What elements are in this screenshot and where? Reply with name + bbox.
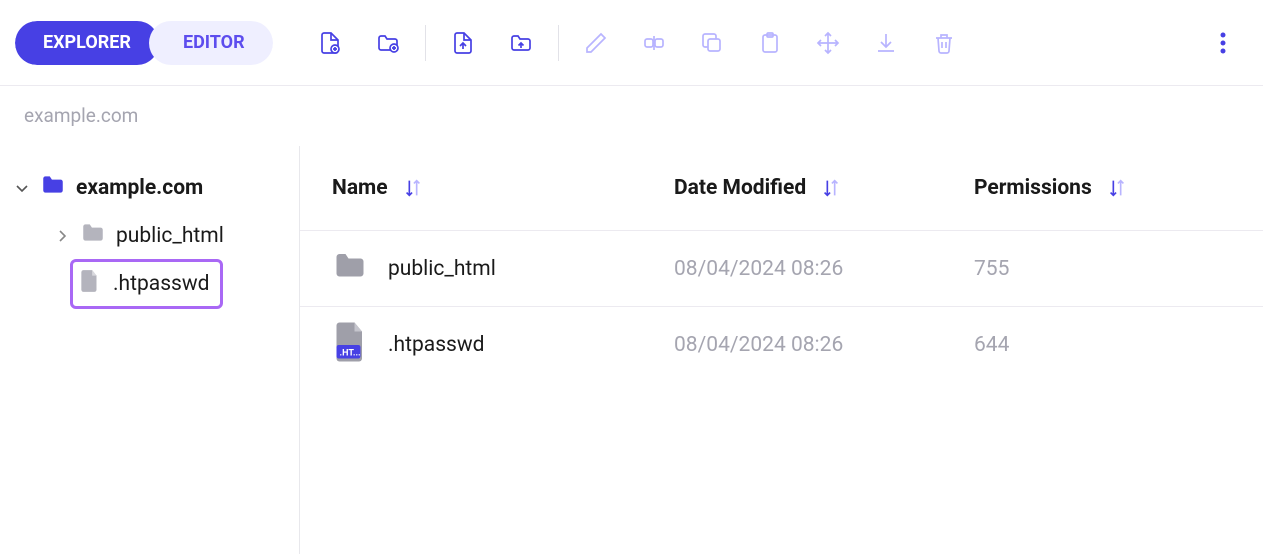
row-name: public_html	[388, 257, 496, 281]
column-date-header[interactable]: Date Modified	[674, 176, 974, 200]
divider	[425, 25, 426, 61]
sort-icon	[820, 177, 842, 199]
table-row[interactable]: .HT... .htpasswd 08/04/2024 08:26 644	[300, 306, 1263, 382]
tree-root-item[interactable]: example.com	[0, 164, 299, 212]
sort-icon	[1106, 177, 1128, 199]
row-date: 08/04/2024 08:26	[674, 333, 974, 357]
row-name: .htpasswd	[388, 333, 485, 357]
main-area: example.com public_html .htpasswd Name	[0, 146, 1263, 554]
trash-icon	[932, 31, 956, 55]
dots-vertical-icon	[1220, 31, 1226, 55]
column-name-header[interactable]: Name	[300, 176, 674, 200]
tree-file-label: .htpasswd	[113, 272, 210, 296]
column-name-label: Name	[332, 176, 388, 200]
tree-folder-label: public_html	[116, 224, 224, 248]
tree-file-item[interactable]: .htpasswd	[0, 260, 299, 308]
rename-icon	[642, 31, 666, 55]
highlighted-selection: .htpasswd	[70, 259, 223, 309]
file-upload-icon	[451, 31, 475, 55]
htfile-icon: .HT...	[332, 321, 368, 369]
rename-button[interactable]	[625, 18, 683, 68]
new-folder-button[interactable]	[359, 18, 417, 68]
chevron-down-icon	[14, 180, 30, 196]
upload-folder-button[interactable]	[492, 18, 550, 68]
file-list: Name Date Modified Permissions	[300, 146, 1263, 554]
breadcrumb[interactable]: example.com	[24, 104, 138, 127]
row-permissions: 644	[974, 333, 1263, 357]
download-button[interactable]	[857, 18, 915, 68]
pencil-icon	[584, 31, 608, 55]
column-perm-label: Permissions	[974, 176, 1092, 200]
tree-folder-item[interactable]: public_html	[0, 212, 299, 260]
folder-upload-icon	[509, 31, 533, 55]
row-name-cell: public_html	[300, 248, 674, 290]
sidebar-tree: example.com public_html .htpasswd	[0, 146, 300, 554]
folder-icon	[332, 248, 368, 290]
file-icon	[77, 268, 103, 300]
table-header: Name Date Modified Permissions	[300, 146, 1263, 230]
toolbar-actions	[301, 18, 973, 68]
folder-icon	[40, 172, 66, 204]
row-permissions: 755	[974, 257, 1263, 281]
tab-editor[interactable]: EDITOR	[149, 21, 273, 65]
copy-icon	[700, 31, 724, 55]
divider	[558, 25, 559, 61]
row-name-cell: .HT... .htpasswd	[300, 321, 674, 369]
more-menu-button[interactable]	[1198, 18, 1248, 68]
table-row[interactable]: public_html 08/04/2024 08:26 755	[300, 230, 1263, 306]
view-tabs: EXPLORER EDITOR	[15, 21, 273, 65]
breadcrumb-bar: example.com	[0, 86, 1263, 146]
tree-root-label: example.com	[76, 176, 203, 200]
move-button[interactable]	[799, 18, 857, 68]
copy-button[interactable]	[683, 18, 741, 68]
download-icon	[874, 31, 898, 55]
svg-text:.HT...: .HT...	[340, 348, 361, 358]
row-date: 08/04/2024 08:26	[674, 257, 974, 281]
folder-plus-icon	[376, 31, 400, 55]
edit-button[interactable]	[567, 18, 625, 68]
move-icon	[816, 31, 840, 55]
tab-explorer[interactable]: EXPLORER	[15, 21, 159, 65]
chevron-right-icon	[54, 228, 70, 244]
delete-button[interactable]	[915, 18, 973, 68]
folder-icon	[80, 220, 106, 252]
file-plus-icon	[318, 31, 342, 55]
upload-file-button[interactable]	[434, 18, 492, 68]
column-perm-header[interactable]: Permissions	[974, 176, 1263, 200]
new-file-button[interactable]	[301, 18, 359, 68]
sort-icon	[402, 177, 424, 199]
column-date-label: Date Modified	[674, 176, 806, 200]
paste-button[interactable]	[741, 18, 799, 68]
clipboard-icon	[758, 31, 782, 55]
toolbar: EXPLORER EDITOR	[0, 0, 1263, 86]
